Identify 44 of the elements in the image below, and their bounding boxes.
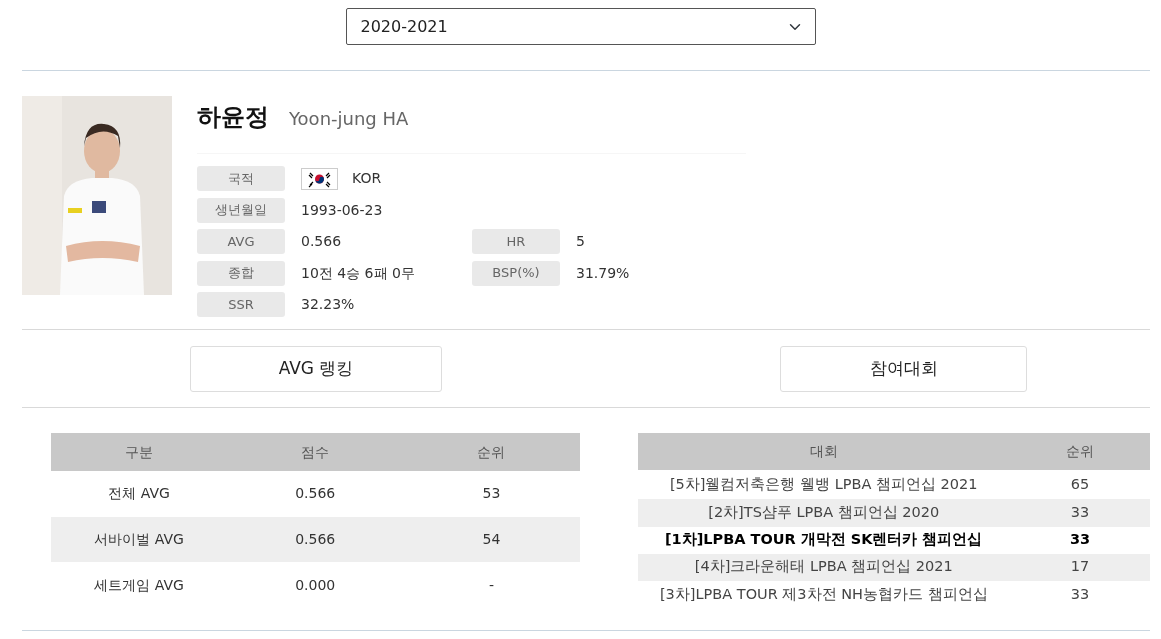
table-cell: 54 xyxy=(403,516,580,563)
player-name-english: Yoon-jung HA xyxy=(289,107,409,131)
info-value: 5 xyxy=(575,232,585,251)
table-cell: 17 xyxy=(1010,553,1150,581)
table-cell: [5차]웰컴저축은행 웰뱅 LPBA 챔피언십 2021 xyxy=(637,470,1010,500)
info-label: BSP(%) xyxy=(472,260,560,286)
table-cell: - xyxy=(403,562,580,608)
season-select[interactable]: 2020-2021 xyxy=(345,8,816,45)
flag-icon xyxy=(301,167,338,190)
info-value: 32.23% xyxy=(300,295,355,314)
info-label: HR xyxy=(472,229,560,254)
table-cell: [3차]LPBA TOUR 제3차전 NH농협카드 챔피언십 xyxy=(637,580,1010,608)
section-button[interactable]: 참여대회 xyxy=(780,345,1027,392)
table-cell: 0.566 xyxy=(227,516,404,563)
table-cell: 세트게임 AVG xyxy=(51,562,228,608)
column-header: 순위 xyxy=(403,433,580,471)
info-value: 0.566 xyxy=(300,232,342,251)
table-cell: 서바이벌 AVG xyxy=(51,516,228,563)
column-header: 구분 xyxy=(51,433,228,471)
table-cell: 33 xyxy=(1010,499,1150,527)
column-header: 대회 xyxy=(637,433,1010,470)
info-label: 종합 xyxy=(197,260,285,286)
info-label: SSR xyxy=(197,292,285,317)
info-label: 생년월일 xyxy=(197,197,285,223)
highlighted-cell: 33 xyxy=(1010,526,1150,554)
column-header: 점수 xyxy=(227,433,404,471)
table-cell: 전체 AVG xyxy=(51,471,228,517)
info-label: AVG xyxy=(197,229,285,254)
table-cell: 0.566 xyxy=(227,471,404,517)
info-value: 1993-06-23 xyxy=(300,200,383,220)
player-name: 하윤정 xyxy=(197,102,269,133)
table-cell: [4차]크라운해태 LPBA 챔피언십 2021 xyxy=(637,553,1010,581)
info-value: 31.79% xyxy=(575,263,630,283)
table-cell: 65 xyxy=(1010,470,1150,500)
table-cell: 53 xyxy=(403,471,580,517)
table-cell: [2차]TS샴푸 LPBA 챔피언십 2020 xyxy=(637,499,1010,527)
highlighted-cell: [1차]LPBA TOUR 개막전 SK렌터카 챔피언십 xyxy=(637,526,1010,554)
info-value: KOR xyxy=(351,169,382,188)
info-value: 10전 4승 6패 0무 xyxy=(300,263,415,283)
column-header: 순위 xyxy=(1010,433,1150,470)
section-button[interactable]: AVG 랭킹 xyxy=(190,345,442,392)
table-cell: 0.000 xyxy=(227,562,404,608)
info-label: 국적 xyxy=(197,166,285,191)
table-cell: 33 xyxy=(1010,580,1150,608)
